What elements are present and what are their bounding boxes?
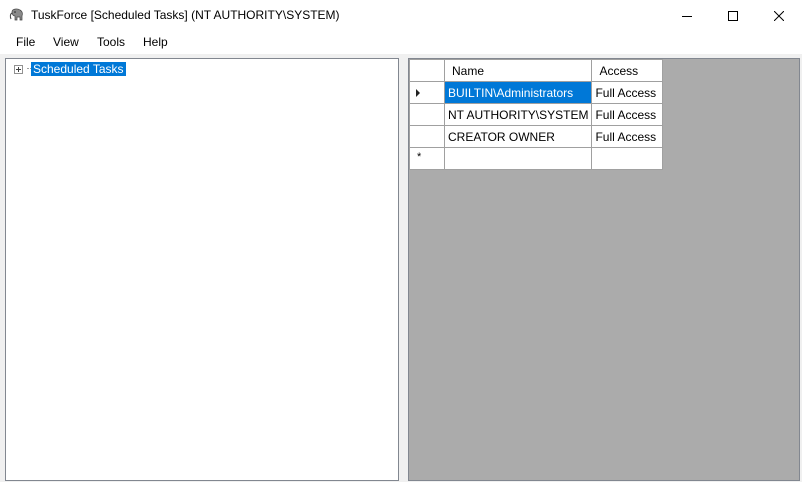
close-icon <box>774 10 784 21</box>
column-header-name[interactable]: Name <box>443 59 593 82</box>
row-header[interactable] <box>409 125 445 148</box>
cell-access[interactable]: Full Access <box>591 81 664 104</box>
new-row-asterisk-icon: * <box>417 151 422 163</box>
maximize-icon <box>728 10 738 21</box>
tree-node-scheduled-tasks[interactable]: Scheduled Tasks <box>14 62 126 76</box>
grid-header-row: Name Access <box>409 59 664 82</box>
menu-view[interactable]: View <box>53 35 79 49</box>
permissions-grid: Name Access BUILTIN\Administrators Full … <box>409 59 664 170</box>
current-row-arrow-icon <box>416 89 420 97</box>
elephant-app-icon <box>9 7 25 23</box>
app-window: TuskForce [Scheduled Tasks] (NT AUTHORIT… <box>0 0 802 482</box>
permissions-grid-panel: Name Access BUILTIN\Administrators Full … <box>408 58 800 481</box>
expand-plus-icon[interactable] <box>14 64 23 74</box>
cell-access[interactable]: Full Access <box>591 125 664 148</box>
row-header[interactable] <box>409 103 445 126</box>
row-header[interactable] <box>409 81 445 104</box>
menu-tools[interactable]: Tools <box>97 35 125 49</box>
cell-name[interactable]: BUILTIN\Administrators <box>443 81 593 104</box>
title-bar[interactable]: TuskForce [Scheduled Tasks] (NT AUTHORIT… <box>0 0 802 31</box>
tree-view[interactable]: Scheduled Tasks <box>5 58 399 481</box>
grid-corner-header[interactable] <box>409 59 445 82</box>
cell-name[interactable] <box>443 147 593 170</box>
close-button[interactable] <box>756 0 802 31</box>
minimize-button[interactable] <box>664 0 710 31</box>
tree-node-label[interactable]: Scheduled Tasks <box>31 62 126 76</box>
maximize-button[interactable] <box>710 0 756 31</box>
window-title: TuskForce [Scheduled Tasks] (NT AUTHORIT… <box>31 8 340 22</box>
cell-name[interactable]: NT AUTHORITY\SYSTEM <box>443 103 593 126</box>
cell-name[interactable]: CREATOR OWNER <box>443 125 593 148</box>
column-header-access[interactable]: Access <box>591 59 664 82</box>
menu-file[interactable]: File <box>16 35 35 49</box>
new-row[interactable]: * <box>409 147 664 170</box>
table-row[interactable]: NT AUTHORITY\SYSTEM Full Access <box>409 103 664 126</box>
menu-bar: File View Tools Help <box>0 31 802 54</box>
table-row[interactable]: BUILTIN\Administrators Full Access <box>409 81 664 104</box>
row-header[interactable]: * <box>409 147 445 170</box>
cell-access[interactable] <box>591 147 664 170</box>
table-row[interactable]: CREATOR OWNER Full Access <box>409 125 664 148</box>
minimize-icon <box>682 15 692 17</box>
cell-access[interactable]: Full Access <box>591 103 664 126</box>
menu-help[interactable]: Help <box>143 35 168 49</box>
